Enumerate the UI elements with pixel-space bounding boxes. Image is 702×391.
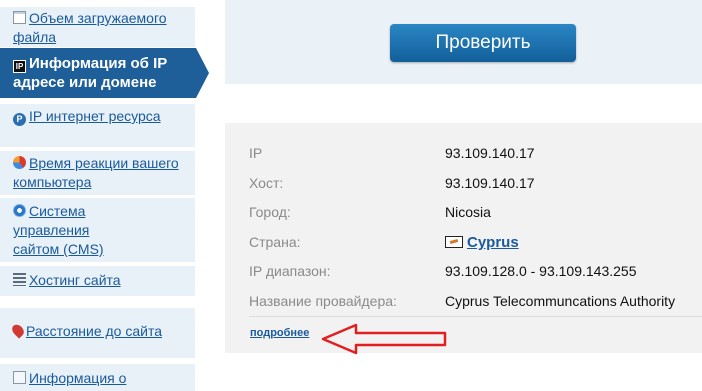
info-key: Хост: [249,175,284,191]
sidebar-item-hosting[interactable]: Хостинг сайта [0,266,195,296]
info-value: Cyprus [445,228,519,257]
info-row-country: Страна: Cyprus [249,228,702,257]
map-pin-icon [9,322,27,339]
country-link[interactable]: Cyprus [467,234,519,251]
sidebar-item-ip-info[interactable]: IP Информация об IP адресе или домене [0,48,196,98]
ip-resource-icon: P [13,113,26,126]
sidebar-item-label: Расстояние до сайта [26,323,163,339]
more-details-link[interactable]: подробнее [250,327,309,339]
hosting-icon [13,273,26,286]
sidebar-item-cms[interactable]: Система управления сайтом (CMS) [0,198,195,262]
info-key: Страна: [249,234,301,250]
sidebar-item-label: Информация об IP адресе или домене [13,55,167,91]
ip-icon: IP [13,60,26,73]
cyprus-flag-icon [445,236,463,248]
sidebar-item-distance[interactable]: Расстояние до сайта [0,308,195,358]
document-icon [13,11,26,24]
info-value: 93.109.140.17 [445,145,535,161]
info-key: IP диапазон: [249,263,331,279]
reaction-time-icon [13,156,26,169]
sidebar-item-label: Время реакции вашего компьютера [13,155,179,190]
sidebar-item-label: Информация о [29,370,127,386]
sidebar-item-label: IP интернет ресурса [29,108,161,124]
sidebar-nav: Объем загружаемого файла IP Информация об… [0,0,209,391]
red-arrow-annotation [321,323,447,355]
ip-info-panel: IP 93.109.140.17 Хост: 93.109.140.17 Гор… [225,123,702,353]
info-row-host: Хост: 93.109.140.17 [249,169,702,198]
info-row-city: Город: Nicosia [249,198,702,227]
sidebar-item-label: Система управления сайтом (CMS) [13,203,104,257]
info-row-ip-range: IP диапазон: 93.109.128.0 - 93.109.143.2… [249,257,702,286]
cms-icon [13,204,26,217]
info-value: 93.109.128.0 - 93.109.143.255 [445,263,637,279]
sidebar-item-label: Хостинг сайта [29,272,121,288]
sidebar-item-label: Объем загружаемого файла [13,10,167,45]
divider [249,316,702,317]
active-item-arrow [196,48,209,98]
info-value: 93.109.140.17 [445,175,535,191]
check-button[interactable]: Проверить [390,24,576,62]
info-icon [13,371,26,384]
info-value: Nicosia [445,204,491,220]
info-key: Название провайдера: [249,293,397,309]
sidebar-item-reaction-time[interactable]: Время реакции вашего компьютера [0,151,195,195]
info-key: Город: [249,204,291,220]
sidebar-item-file-size[interactable]: Объем загружаемого файла [0,7,195,47]
info-key: IP [249,145,263,161]
info-row-provider: Название провайдера: Cyprus Telecommunca… [249,287,702,316]
info-value: Cyprus Telecommuncations Authority [445,293,676,309]
info-row-ip: IP 93.109.140.17 [249,139,702,168]
sidebar-item-ip-resource[interactable]: P IP интернет ресурса [0,104,195,147]
sidebar-item-info[interactable]: Информация о [0,364,195,391]
